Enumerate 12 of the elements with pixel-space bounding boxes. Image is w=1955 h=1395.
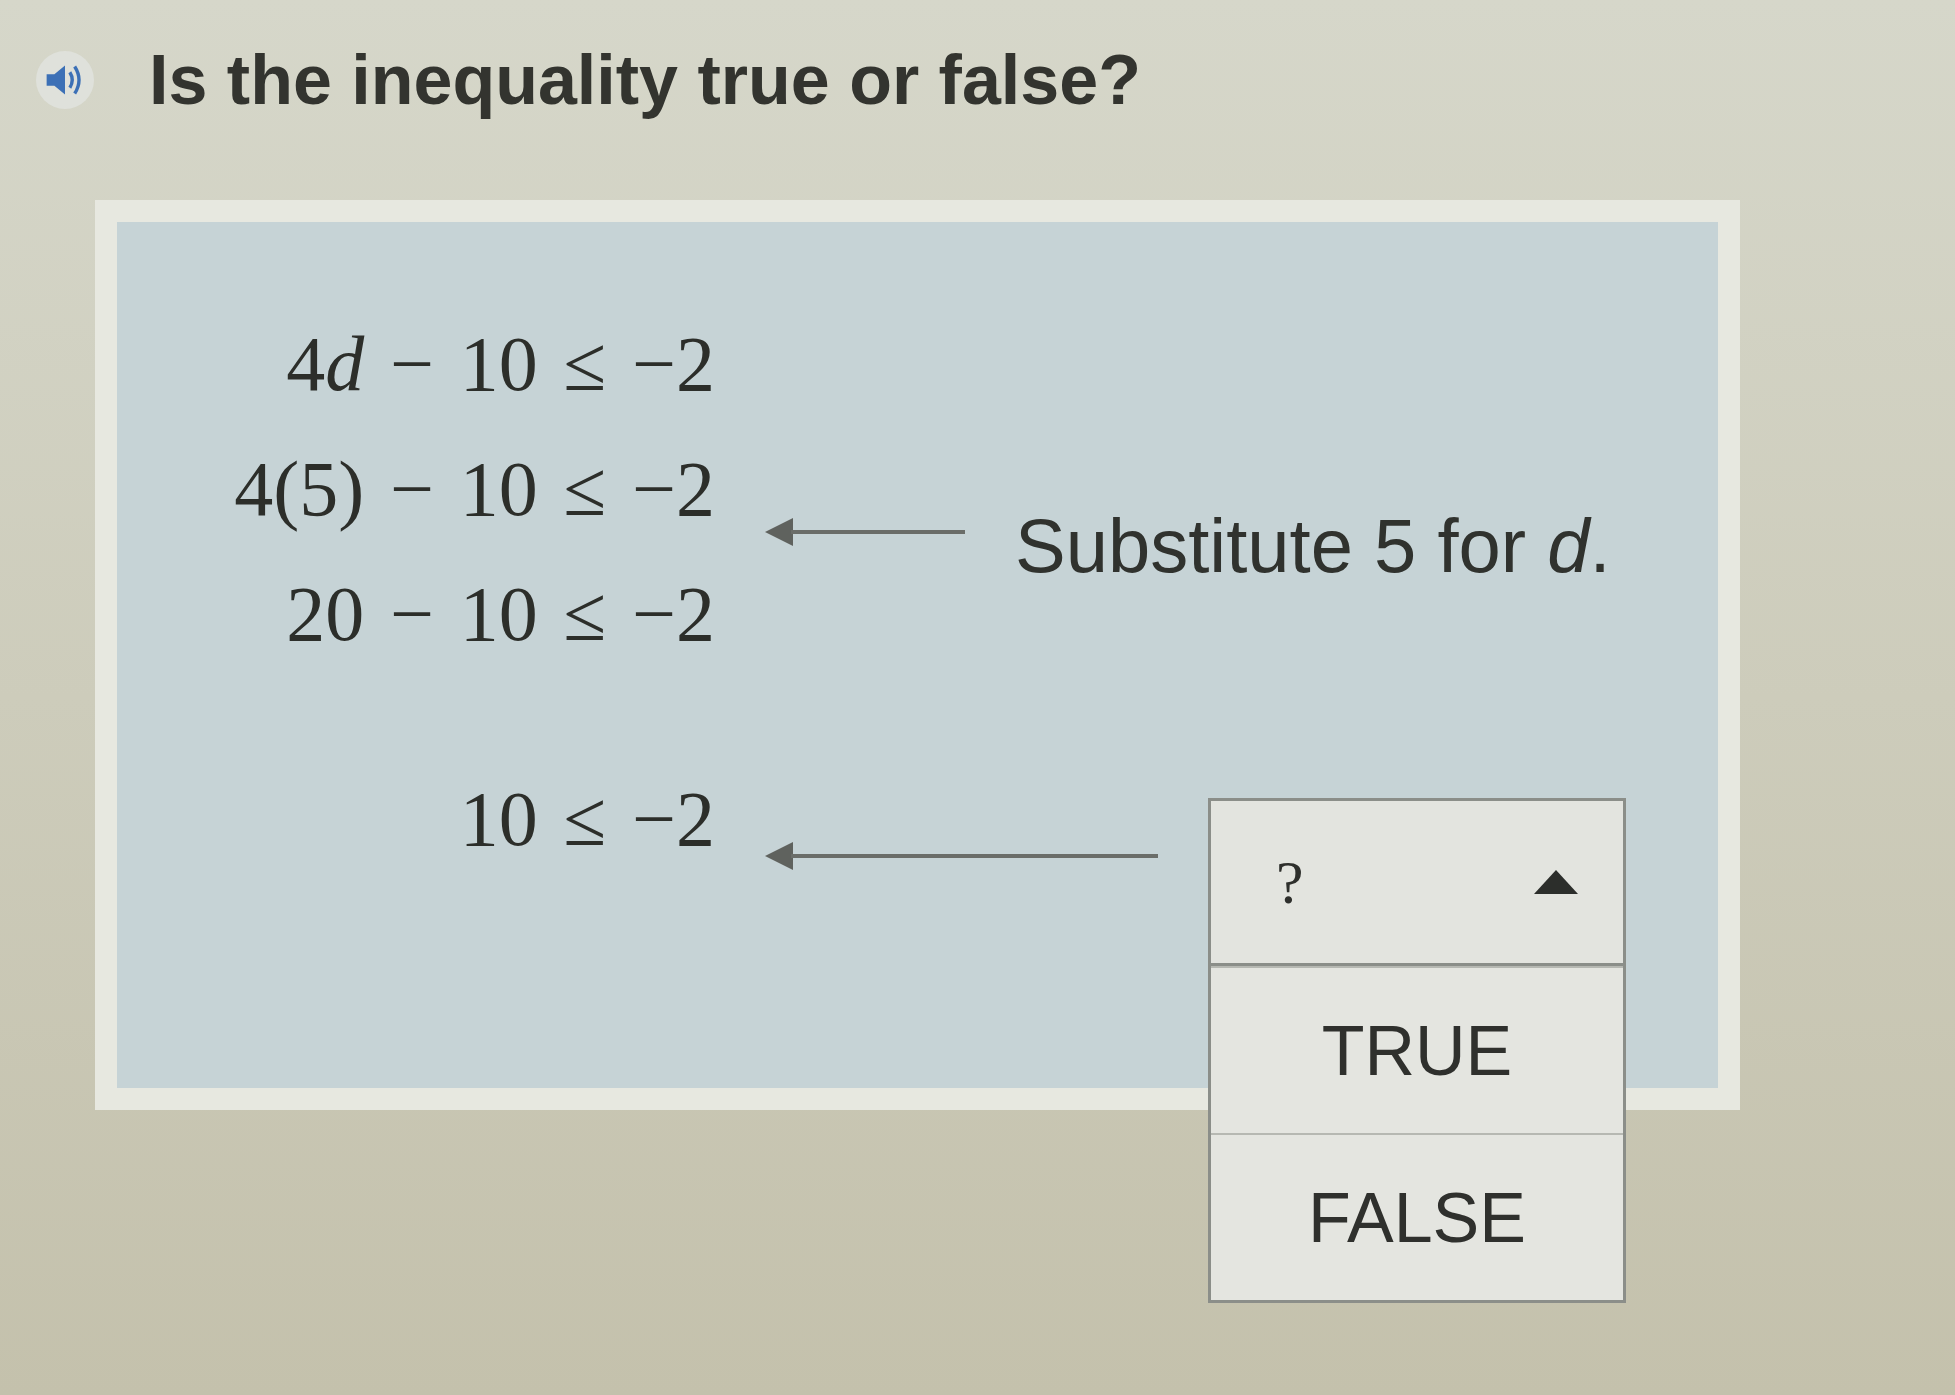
math-expression: 10 ≤ −2	[458, 774, 715, 864]
step-note: Substitute 5 for d.	[1015, 502, 1611, 590]
speaker-icon[interactable]	[36, 51, 94, 109]
question-title: Is the inequality true or false?	[149, 40, 1141, 121]
dropdown-option[interactable]: FALSE	[1211, 1133, 1623, 1300]
answer-dropdown[interactable]: ?	[1208, 798, 1626, 966]
math-expression: 4(5) − 10 ≤ −2	[233, 444, 715, 534]
math-expression: 20 − 10 ≤ −2	[285, 569, 715, 659]
dropdown-option[interactable]: TRUE	[1211, 966, 1623, 1133]
left-arrow-icon	[765, 518, 965, 546]
math-expression: 4d − 10 ≤ −2	[285, 319, 715, 409]
left-arrow-icon	[765, 842, 1158, 870]
